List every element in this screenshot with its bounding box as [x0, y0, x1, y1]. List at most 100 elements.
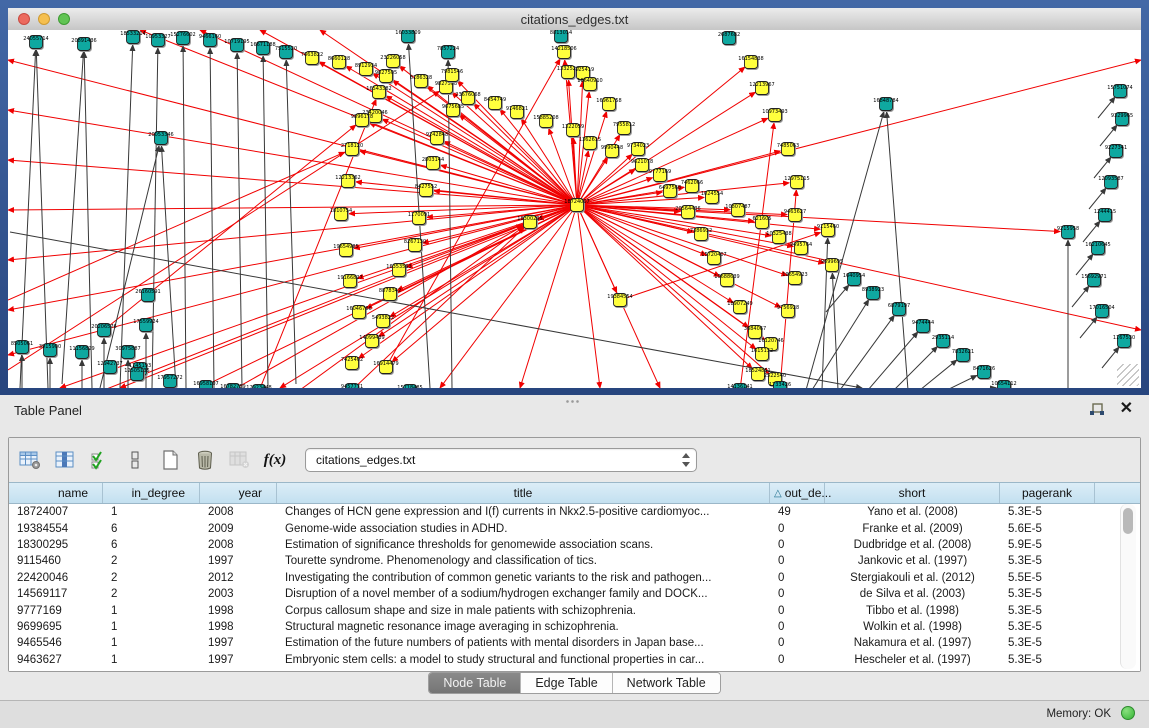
- graph-node[interactable]: 17016504: [1089, 305, 1114, 318]
- cell-title[interactable]: Structural magnetic resonance image aver…: [277, 621, 770, 633]
- graph-node[interactable]: 18907249: [727, 301, 752, 314]
- cell-year[interactable]: 1997: [200, 654, 277, 666]
- column-header-year[interactable]: year: [200, 483, 277, 503]
- graph-node[interactable]: 2935114: [932, 335, 954, 348]
- graph-node[interactable]: 8813014: [550, 30, 572, 43]
- cell-out_degree[interactable]: 0: [770, 572, 825, 584]
- graph-node[interactable]: 10953327: [145, 34, 170, 47]
- cell-title[interactable]: Disruption of a novel member of a sodium…: [277, 588, 770, 600]
- graph-node[interactable]: 2687682: [718, 32, 740, 45]
- graph-node[interactable]: 9777169: [649, 169, 671, 182]
- cell-short[interactable]: Tibbo et al. (1998): [825, 605, 1000, 617]
- cell-pagerank[interactable]: 5.3E-5: [1000, 637, 1095, 649]
- graph-node[interactable]: 1640954: [843, 273, 865, 286]
- graph-node[interactable]: 15692971: [1081, 274, 1106, 287]
- graph-node[interactable]: 10654112: [991, 381, 1016, 389]
- show-column-button[interactable]: [51, 446, 79, 474]
- graph-node[interactable]: 24055714: [23, 36, 48, 49]
- graph-node[interactable]: 15720407: [701, 252, 726, 265]
- graph-node[interactable]: 621605: [752, 216, 771, 229]
- new-column-button[interactable]: [156, 446, 184, 474]
- graph-node[interactable]: 15751074: [1107, 85, 1132, 98]
- graph-node[interactable]: 3915900: [39, 344, 61, 357]
- tab-network-table[interactable]: Network Table: [613, 673, 720, 693]
- cell-in_degree[interactable]: 1: [103, 637, 200, 649]
- graph-node[interactable]: 16848784: [873, 98, 898, 111]
- graph-node[interactable]: 16958107: [193, 381, 218, 389]
- citation-graph[interactable]: 7663822866012889129342322605898275058186…: [8, 30, 1141, 388]
- cell-title[interactable]: Embryonic stem cells: a model to study s…: [277, 654, 770, 666]
- table-row[interactable]: 977716911998Corpus callosum shape and si…: [9, 602, 1140, 618]
- cell-name[interactable]: 9115460: [9, 555, 103, 567]
- function-builder-button[interactable]: f(x): [261, 446, 289, 474]
- graph-node[interactable]: 8938923: [862, 287, 884, 300]
- table-selector-dropdown[interactable]: citations_edges.txt: [305, 448, 697, 472]
- cell-out_degree[interactable]: 49: [770, 506, 825, 518]
- close-panel-icon[interactable]: ✕: [1120, 400, 1133, 418]
- cell-title[interactable]: Changes of HCN gene expression and I(f) …: [277, 506, 770, 518]
- graph-node[interactable]: 23226058: [380, 55, 405, 68]
- cell-title[interactable]: Estimation of significance thresholds fo…: [277, 539, 770, 551]
- graph-node[interactable]: 12213967: [749, 82, 774, 95]
- cell-title[interactable]: Tourette syndrome. Phenomenology and cla…: [277, 555, 770, 567]
- graph-node[interactable]: 18533214: [120, 31, 145, 44]
- graph-node[interactable]: 9466160: [199, 34, 221, 47]
- cell-short[interactable]: Yano et al. (2008): [825, 506, 1000, 518]
- cell-pagerank[interactable]: 5.3E-5: [1000, 506, 1095, 518]
- graph-node[interactable]: 17957272: [157, 375, 182, 388]
- cell-name[interactable]: 18300295: [9, 539, 103, 551]
- cell-in_degree[interactable]: 1: [103, 506, 200, 518]
- graph-node[interactable]: 20053346: [148, 132, 173, 145]
- graph-node[interactable]: 9990448: [601, 145, 623, 158]
- cell-out_degree[interactable]: 0: [770, 605, 825, 617]
- graph-node[interactable]: 14218506: [551, 46, 576, 59]
- graph-node[interactable]: 10719195: [224, 39, 249, 52]
- cell-year[interactable]: 2008: [200, 539, 277, 551]
- graph-node[interactable]: 12093587: [1098, 176, 1123, 189]
- table-row[interactable]: 1872400712008Changes of HCN gene express…: [9, 504, 1140, 520]
- table-row[interactable]: 969969511998Structural magnetic resonanc…: [9, 619, 1140, 635]
- cell-name[interactable]: 19384554: [9, 523, 103, 535]
- graph-node[interactable]: 9756928: [777, 305, 799, 318]
- graph-node[interactable]: 10325438: [766, 231, 791, 244]
- cell-out_degree[interactable]: 0: [770, 654, 825, 666]
- graph-node[interactable]: 2718120: [341, 143, 363, 156]
- graph-node[interactable]: 9115460: [817, 224, 839, 237]
- graph-node[interactable]: 1733426: [769, 382, 791, 389]
- graph-node[interactable]: 15885208: [533, 115, 558, 128]
- graph-node[interactable]: 15718485: [397, 385, 422, 389]
- cell-in_degree[interactable]: 1: [103, 605, 200, 617]
- cell-in_degree[interactable]: 6: [103, 523, 200, 535]
- column-header-title[interactable]: title: [277, 483, 770, 503]
- cell-out_degree[interactable]: 0: [770, 637, 825, 649]
- cell-year[interactable]: 1997: [200, 555, 277, 567]
- delete-column-button[interactable]: [191, 446, 219, 474]
- graph-node[interactable]: 8471626: [973, 366, 995, 379]
- graph-node[interactable]: 16154838: [738, 56, 763, 69]
- graph-node[interactable]: 19384554: [607, 294, 632, 307]
- graph-node[interactable]: 16782759: [220, 384, 245, 389]
- graph-node[interactable]: 7515520: [275, 46, 297, 59]
- cell-out_degree[interactable]: 0: [770, 523, 825, 535]
- graph-node[interactable]: 1167530: [1113, 335, 1135, 348]
- column-header-in_degree[interactable]: in_degree: [103, 483, 200, 503]
- cell-name[interactable]: 9699695: [9, 621, 103, 633]
- graph-node[interactable]: 12213362: [335, 175, 360, 188]
- cell-short[interactable]: Nakamura et al. (1997): [825, 637, 1000, 649]
- cell-in_degree[interactable]: 2: [103, 572, 200, 584]
- graph-node[interactable]: 12923448: [246, 385, 271, 389]
- tab-edge-table[interactable]: Edge Table: [521, 673, 612, 693]
- cell-short[interactable]: Wolkin et al. (1998): [825, 621, 1000, 633]
- graph-node[interactable]: 19166827: [337, 275, 362, 288]
- graph-node[interactable]: 9146821: [506, 106, 528, 119]
- cell-short[interactable]: Franke et al. (2009): [825, 523, 1000, 535]
- graph-node[interactable]: 9474444: [912, 320, 934, 333]
- graph-node[interactable]: 7832621: [952, 349, 974, 362]
- graph-node[interactable]: 1244415: [1094, 209, 1116, 222]
- graph-node[interactable]: 18640910: [577, 78, 602, 91]
- graph-node[interactable]: 16210645: [1085, 242, 1110, 255]
- column-header-pagerank[interactable]: pagerank: [1000, 483, 1095, 503]
- table-vertical-scrollbar[interactable]: [1120, 504, 1136, 669]
- cell-title[interactable]: Estimation of the future numbers of pati…: [277, 637, 770, 649]
- table-row[interactable]: 946362711997Embryonic stem cells: a mode…: [9, 652, 1140, 668]
